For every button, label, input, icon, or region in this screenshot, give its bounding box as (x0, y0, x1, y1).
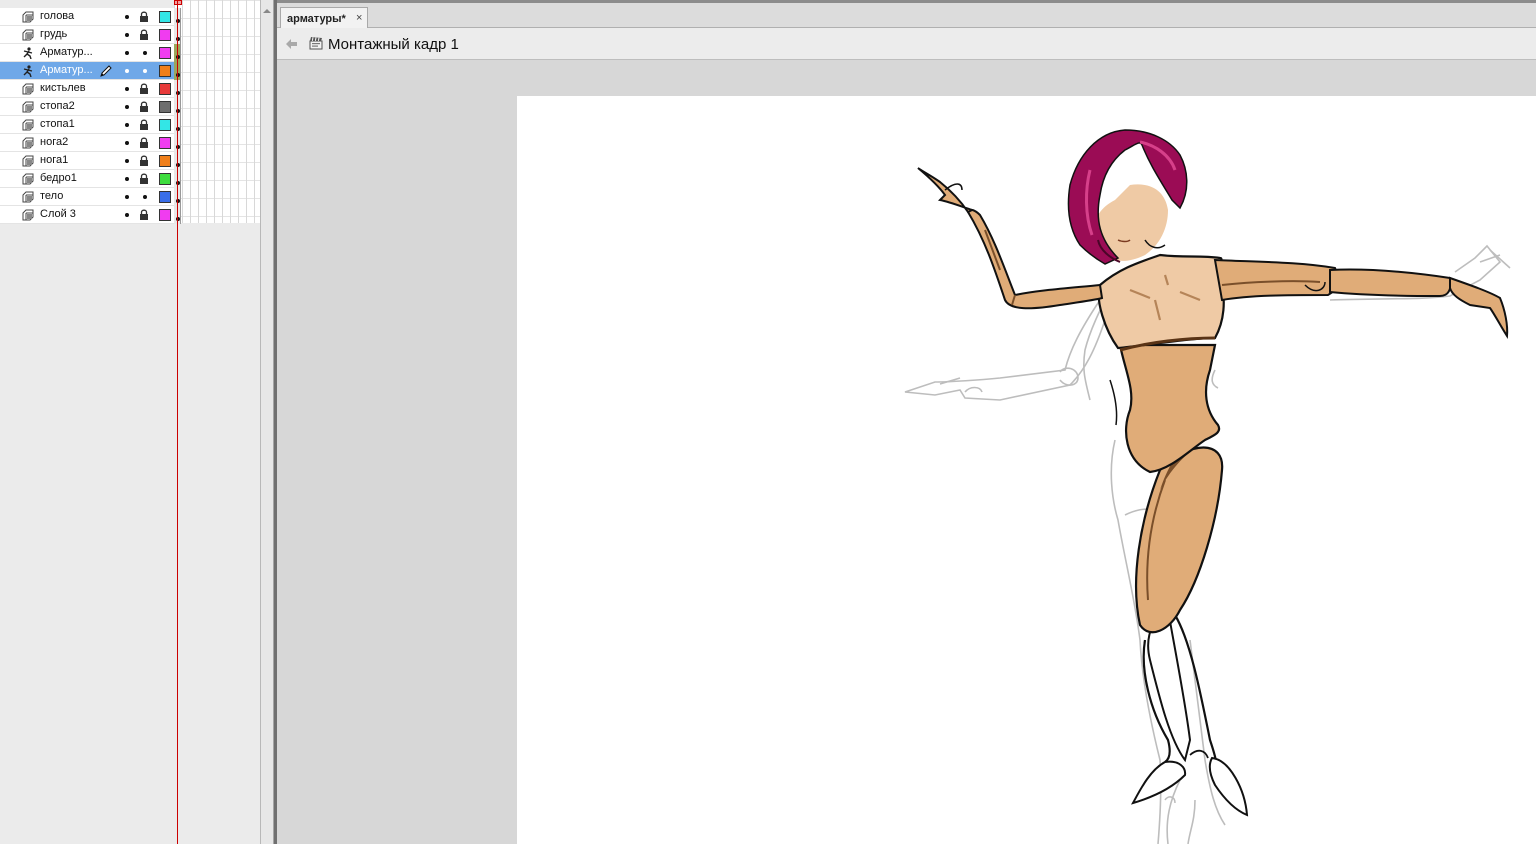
layer-name: Арматур... (40, 64, 93, 76)
layer-icon (22, 155, 34, 167)
layer-name: тело (40, 190, 64, 202)
document-tab-strip: арматуры* × (277, 0, 1536, 29)
back-arrow-icon[interactable] (285, 38, 298, 50)
layer-color-swatch[interactable] (159, 119, 171, 131)
layer-row[interactable]: нога2 (0, 134, 174, 152)
layer-row[interactable]: нога1 (0, 152, 174, 170)
character-drawing[interactable] (517, 96, 1536, 844)
visibility-dot-icon[interactable] (125, 69, 129, 73)
layer-color-swatch[interactable] (159, 155, 171, 167)
layer-row[interactable]: Арматур... (0, 62, 174, 80)
playhead-handle[interactable] (174, 0, 182, 5)
close-tab-icon[interactable]: × (356, 12, 362, 24)
layer-icon (22, 137, 34, 149)
layer-row[interactable]: Слой 3 (0, 206, 174, 224)
layer-row[interactable]: стопа1 (0, 116, 174, 134)
armature-layer-icon (23, 65, 33, 77)
layer-row[interactable]: кистьлев (0, 80, 174, 98)
visibility-dot-icon[interactable] (125, 177, 129, 181)
layer-name: бедро1 (40, 172, 77, 184)
document-area: арматуры* × Монтажный кадр 1 (277, 0, 1536, 844)
lock-icon[interactable] (139, 173, 149, 184)
visibility-dot-icon[interactable] (125, 159, 129, 163)
layer-icon (22, 83, 34, 95)
layer-color-swatch[interactable] (159, 11, 171, 23)
layer-icon (22, 101, 34, 113)
layer-icon (22, 191, 34, 203)
playhead[interactable] (177, 0, 178, 844)
document-tab[interactable]: арматуры* × (280, 7, 368, 29)
layer-row[interactable]: грудь (0, 26, 174, 44)
visibility-dot-icon[interactable] (125, 51, 129, 55)
layer-color-swatch[interactable] (159, 173, 171, 185)
layer-name: кистьлев (40, 82, 86, 94)
layer-row[interactable]: Арматур... (0, 44, 174, 62)
torso (1097, 253, 1225, 474)
lock-icon[interactable] (139, 155, 149, 166)
frames-grid[interactable] (174, 0, 260, 223)
edit-bar: Монтажный кадр 1 (277, 28, 1536, 60)
visibility-dot-icon[interactable] (125, 213, 129, 217)
layer-name: стопа2 (40, 100, 75, 112)
lock-icon[interactable] (139, 119, 149, 130)
visibility-dot-icon[interactable] (125, 15, 129, 19)
layer-color-swatch[interactable] (159, 137, 171, 149)
layer-icon (22, 209, 34, 221)
lock-dot-icon[interactable] (143, 195, 147, 199)
visibility-dot-icon[interactable] (125, 141, 129, 145)
layer-name: Арматур... (40, 46, 93, 58)
layer-row[interactable]: бедро1 (0, 170, 174, 188)
layer-color-swatch[interactable] (159, 101, 171, 113)
layer-color-swatch[interactable] (159, 83, 171, 95)
layer-name: нога1 (40, 154, 69, 166)
layer-color-swatch[interactable] (159, 209, 171, 221)
lock-icon[interactable] (139, 29, 149, 40)
pencil-icon (100, 65, 112, 77)
visibility-dot-icon[interactable] (125, 105, 129, 109)
clapperboard-icon (309, 37, 323, 50)
layer-icon (22, 29, 34, 41)
layer-icon (22, 11, 34, 23)
lock-dot-icon[interactable] (143, 51, 147, 55)
layer-icon (22, 173, 34, 185)
lock-icon[interactable] (139, 209, 149, 220)
armature-layer-icon (23, 47, 33, 59)
stage-canvas[interactable] (517, 96, 1536, 844)
lock-icon[interactable] (139, 11, 149, 22)
layer-color-swatch[interactable] (159, 47, 171, 59)
layer-name: голова (40, 10, 75, 22)
layer-name: Слой 3 (40, 208, 76, 220)
scroll-up-arrow-icon[interactable] (263, 9, 271, 13)
timeline-scrollbar[interactable] (260, 0, 274, 844)
layer-row[interactable]: голова (0, 8, 174, 26)
layer-name: грудь (40, 28, 68, 40)
lock-icon[interactable] (139, 101, 149, 112)
layer-name: нога2 (40, 136, 69, 148)
visibility-dot-icon[interactable] (125, 123, 129, 127)
scene-label[interactable]: Монтажный кадр 1 (328, 36, 459, 53)
timeline-panel: голова грудь Арматур... Арматур... кистьлев с… (0, 0, 262, 844)
layer-row[interactable]: тело (0, 188, 174, 206)
lock-icon[interactable] (139, 83, 149, 94)
layer-icon (22, 119, 34, 131)
legs (1130, 446, 1249, 817)
lock-icon[interactable] (139, 137, 149, 148)
layer-color-swatch[interactable] (159, 29, 171, 41)
layer-color-swatch[interactable] (159, 191, 171, 203)
head (1067, 129, 1188, 265)
document-tab-label: арматуры* (287, 13, 346, 25)
visibility-dot-icon[interactable] (125, 33, 129, 37)
visibility-dot-icon[interactable] (125, 87, 129, 91)
lock-dot-icon[interactable] (143, 69, 147, 73)
layer-row[interactable]: стопа2 (0, 98, 174, 116)
layer-color-swatch[interactable] (159, 65, 171, 77)
layer-name: стопа1 (40, 118, 75, 130)
visibility-dot-icon[interactable] (125, 195, 129, 199)
